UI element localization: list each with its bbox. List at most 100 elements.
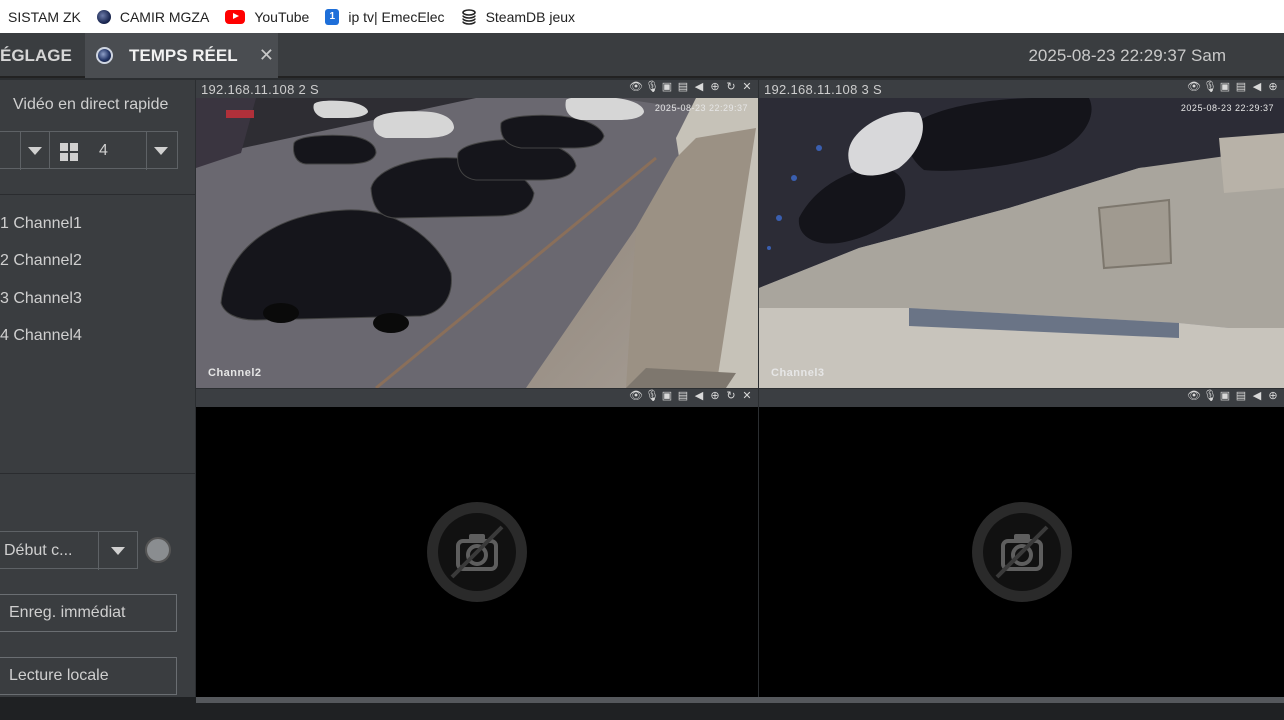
system-datetime: 2025-08-23 22:29:37 Sam — [1028, 46, 1226, 65]
tab-temps-reel[interactable]: TEMPS RÉEL ✕ — [85, 33, 278, 78]
instant-record-button[interactable]: Enreg. immédiat — [0, 594, 177, 632]
bookmark-label: ip tv| EmecElec — [348, 8, 445, 25]
channel-item[interactable]: 4 Channel4 — [0, 318, 82, 356]
record-controls: Début c... — [0, 531, 178, 570]
app-tab-bar: ÉGLAGE TEMPS RÉEL ✕ 2025-08-23 22:29:37 … — [0, 33, 1284, 78]
video-feed: 2025-08-23 22:29:37 Channel3 — [759, 98, 1284, 388]
video-channel-label: Channel2 — [208, 367, 262, 379]
refresh-icon[interactable]: ↻ — [725, 81, 737, 94]
layout-select[interactable]: 4 — [50, 131, 178, 170]
snapshot-icon[interactable]: ▣ — [1219, 81, 1231, 94]
bookmark-label: YouTube — [254, 8, 310, 25]
camera-image — [759, 98, 1284, 388]
pane-label: 192.168.11.108 2 S — [201, 82, 319, 97]
scrollbar[interactable] — [196, 697, 1284, 703]
bookmark-camir-mgza[interactable]: CAMIR MGZA — [89, 0, 217, 33]
pane-icons: 👁 🎙 ▣ ▤ ◀ ⊕ ↻ ✕ — [629, 390, 753, 403]
video-pane-channel3[interactable]: 192.168.11.108 3 S 👁 🎙 ▣ ▤ ◀ ⊕ 2025-08-2… — [759, 80, 1284, 388]
speaker-icon[interactable]: ◀ — [693, 81, 705, 94]
zoom-icon[interactable]: ⊕ — [1267, 390, 1279, 403]
youtube-icon — [225, 9, 246, 24]
bookmark-steamdb[interactable]: SteamDB jeux — [453, 0, 583, 33]
eye-icon[interactable]: 👁 — [629, 81, 643, 94]
bookmark-ip-tv[interactable]: 1 ip tv| EmecElec — [317, 0, 452, 33]
record-icon[interactable]: ▤ — [677, 390, 689, 403]
record-icon[interactable]: ▤ — [1235, 81, 1247, 94]
bottom-strip — [0, 697, 1284, 720]
tab-reglage[interactable]: ÉGLAGE — [0, 33, 84, 78]
divider — [0, 473, 195, 474]
divider — [20, 132, 21, 170]
bookmark-label: SteamDB jeux — [485, 8, 576, 25]
no-video-camera-icon — [971, 502, 1072, 602]
microphone-icon[interactable]: 🎙 — [1203, 81, 1217, 94]
stream-select[interactable] — [0, 131, 50, 170]
chevron-down-icon — [111, 547, 125, 555]
layout-controls: 4 — [0, 131, 178, 170]
microphone-icon[interactable]: 🎙 — [1203, 390, 1217, 403]
close-icon[interactable]: ✕ — [259, 45, 274, 66]
record-mode-select[interactable]: Début c... — [0, 531, 138, 570]
live-sidebar: Vidéo en direct rapide 4 1 Channel1 2 Ch… — [0, 80, 195, 697]
sidebar-title: Vidéo en direct rapide — [13, 96, 169, 113]
channel-list: 1 Channel1 2 Channel2 3 Channel3 4 Chann… — [0, 205, 82, 355]
video-pane-empty-4[interactable]: 👁 🎙 ▣ ▤ ◀ ⊕ — [759, 389, 1284, 697]
zoom-icon[interactable]: ⊕ — [709, 390, 721, 403]
speaker-icon[interactable]: ◀ — [1251, 390, 1263, 403]
channel-item[interactable]: 1 Channel1 — [0, 205, 82, 243]
local-playback-button[interactable]: Lecture locale — [0, 657, 177, 695]
speaker-icon[interactable]: ◀ — [1251, 81, 1263, 94]
close-icon[interactable]: ✕ — [741, 81, 753, 94]
microphone-icon[interactable]: 🎙 — [645, 81, 659, 94]
camera-image — [196, 98, 758, 388]
chevron-down-icon — [28, 147, 42, 155]
pane-icons: 👁 🎙 ▣ ▤ ◀ ⊕ ↻ ✕ — [629, 81, 753, 94]
refresh-icon[interactable]: ↻ — [725, 390, 737, 403]
record-toggle-button[interactable] — [145, 537, 171, 563]
close-icon[interactable]: ✕ — [741, 390, 753, 403]
snapshot-icon[interactable]: ▣ — [661, 390, 673, 403]
bookmark-label: SISTAM ZK — [8, 8, 81, 25]
video-timestamp: 2025-08-23 22:29:37 — [654, 103, 748, 113]
speaker-icon[interactable]: ◀ — [693, 390, 705, 403]
snapshot-icon[interactable]: ▣ — [661, 81, 673, 94]
zoom-icon[interactable]: ⊕ — [709, 81, 721, 94]
record-mode-value: Début c... — [4, 542, 73, 559]
eye-icon[interactable]: 👁 — [629, 390, 643, 403]
bookmark-label: CAMIR MGZA — [119, 8, 210, 25]
video-channel-label: Channel3 — [771, 367, 825, 379]
microphone-icon[interactable]: 🎙 — [645, 390, 659, 403]
eye-icon[interactable]: 👁 — [1187, 390, 1201, 403]
pane-icons: 👁 🎙 ▣ ▤ ◀ ⊕ — [1187, 81, 1279, 94]
iptv-icon: 1 — [325, 8, 340, 25]
video-timestamp: 2025-08-23 22:29:37 — [1180, 103, 1274, 113]
camera-globe-icon — [96, 9, 111, 24]
bookmark-youtube[interactable]: YouTube — [217, 0, 317, 33]
video-feed — [196, 407, 758, 697]
record-icon[interactable]: ▤ — [677, 81, 689, 94]
video-feed: 2025-08-23 22:29:37 Channel2 — [196, 98, 758, 388]
pane-icons: 👁 🎙 ▣ ▤ ◀ ⊕ — [1187, 390, 1279, 403]
zoom-icon[interactable]: ⊕ — [1267, 81, 1279, 94]
bookmarks-bar: SISTAM ZK CAMIR MGZA YouTube 1 ip tv| Em… — [0, 0, 1284, 33]
divider — [146, 132, 147, 170]
video-pane-channel2[interactable]: 192.168.11.108 2 S 👁 🎙 ▣ ▤ ◀ ⊕ ↻ ✕ 2025-… — [196, 80, 758, 388]
live-tab-icon — [96, 47, 113, 64]
pane-toolbar: 👁 🎙 ▣ ▤ ◀ ⊕ ↻ ✕ — [196, 389, 758, 407]
channel-item[interactable]: 3 Channel3 — [0, 280, 82, 318]
snapshot-icon[interactable]: ▣ — [1219, 390, 1231, 403]
eye-icon[interactable]: 👁 — [1187, 81, 1201, 94]
pane-label: 192.168.11.108 3 S — [764, 82, 882, 97]
pane-toolbar: 👁 🎙 ▣ ▤ ◀ ⊕ — [759, 389, 1284, 407]
steamdb-icon — [461, 8, 477, 25]
chevron-down-icon — [154, 147, 168, 155]
pane-toolbar: 192.168.11.108 3 S 👁 🎙 ▣ ▤ ◀ ⊕ — [759, 80, 1284, 98]
layout-value: 4 — [99, 142, 108, 159]
tab-label: TEMPS RÉEL — [129, 45, 238, 65]
video-pane-empty-3[interactable]: 👁 🎙 ▣ ▤ ◀ ⊕ ↻ ✕ — [196, 389, 758, 697]
video-feed — [759, 407, 1284, 697]
no-video-camera-icon — [427, 502, 527, 602]
channel-item[interactable]: 2 Channel2 — [0, 243, 82, 281]
bookmark-sistam-zk[interactable]: SISTAM ZK — [0, 0, 89, 33]
record-icon[interactable]: ▤ — [1235, 390, 1247, 403]
